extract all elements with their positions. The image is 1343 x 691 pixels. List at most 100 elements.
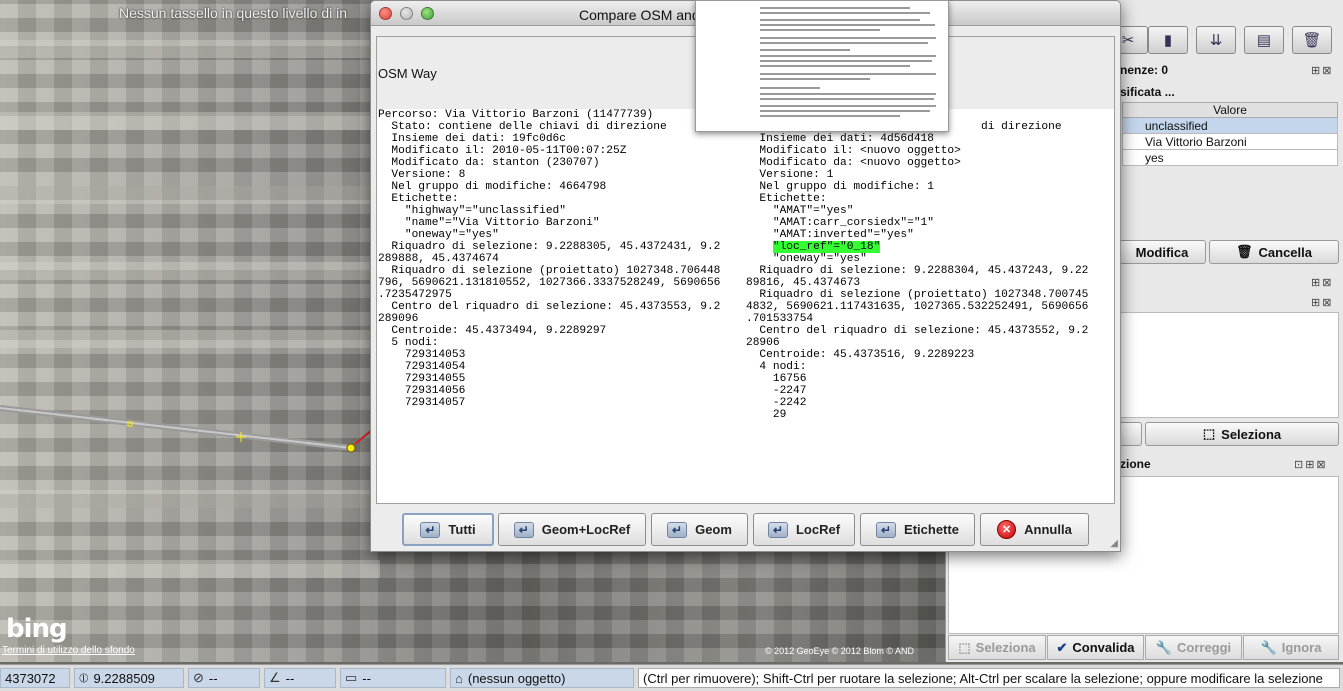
info-line: "highway"="unclassified" xyxy=(378,205,566,217)
fix-label: Correggi xyxy=(1177,640,1232,655)
selected-node[interactable] xyxy=(346,443,356,453)
imagery-copyright: © 2012 GeoEye © 2012 Blom © AND xyxy=(765,646,914,656)
imagery-stripe xyxy=(0,262,380,280)
locref-button[interactable]: ↵ LocRef xyxy=(753,513,855,546)
geom-button[interactable]: ↵ Geom xyxy=(651,513,748,546)
tag-value-cell[interactable]: unclassified xyxy=(1122,117,1338,134)
info-line: Riquadro di selezione: 9.2288305, 45.437… xyxy=(378,241,721,253)
cancel-button[interactable]: ✕ Annulla xyxy=(980,513,1089,546)
text-line xyxy=(760,105,936,107)
split-tool-icon[interactable]: ▮ xyxy=(1148,26,1188,54)
info-line: 729314054 xyxy=(378,361,466,373)
panel-controls-icon[interactable]: ⊞⊠ xyxy=(1311,64,1333,77)
text-line xyxy=(760,7,910,9)
length-field: ▭ -- xyxy=(340,668,446,688)
select-icon: ⬚ xyxy=(958,639,971,655)
text-line xyxy=(760,29,880,31)
value-column-header[interactable]: Valore xyxy=(1122,102,1338,118)
imagery-stripe xyxy=(0,112,380,130)
osm-way-label: OSM Way xyxy=(378,66,437,81)
validator-select-label: Seleziona xyxy=(975,640,1036,655)
relations-panel-title: nenze: 0 xyxy=(1120,63,1169,77)
side-small-button[interactable] xyxy=(1118,422,1142,446)
text-line xyxy=(760,42,928,44)
fix-button[interactable]: 🔧 Correggi xyxy=(1145,635,1242,660)
info-line: 729314055 xyxy=(378,373,466,385)
minimize-window-icon[interactable] xyxy=(400,7,413,20)
checkmark-icon: ✔ xyxy=(1056,639,1068,655)
download-icon[interactable]: ⇊ xyxy=(1196,26,1236,54)
info-line: 4832, 5690621.117431635, 1027365.5322524… xyxy=(746,301,1089,313)
text-line xyxy=(760,110,930,112)
tag-value-cell[interactable]: Via Vittorio Barzoni xyxy=(1122,133,1338,150)
document-thumbnail[interactable] xyxy=(695,0,949,132)
cancel-icon: ✕ xyxy=(997,520,1017,539)
tags-table[interactable]: Valore unclassified Via Vittorio Barzoni… xyxy=(1122,102,1338,166)
panel-controls-icon[interactable]: ⊞⊠ xyxy=(1311,296,1333,309)
trash-icon[interactable]: 🗑 xyxy=(1292,26,1332,54)
wrench-icon: 🔧 xyxy=(1260,639,1277,655)
text-line xyxy=(760,115,900,117)
new-info-column: di direzione Insieme dei dati: 4d56d418 … xyxy=(746,109,1108,421)
info-line: 5 nodi: xyxy=(378,337,439,349)
info-line: Percorso: Via Vittorio Barzoni (11477739… xyxy=(378,109,654,121)
panel-content-area[interactable] xyxy=(1118,312,1339,418)
info-line: .701533754 xyxy=(746,313,814,325)
way-overlay[interactable] xyxy=(0,390,380,470)
back-arrow-icon: ↵ xyxy=(667,521,688,538)
info-line: Riquadro di selezione (proiettato) 10273… xyxy=(378,265,721,277)
info-line: 16756 xyxy=(746,373,807,385)
tags-button[interactable]: ↵ Etichette xyxy=(860,513,975,546)
select-button[interactable]: ⬚ Seleziona xyxy=(1145,422,1339,446)
info-line: Centro del riquadro di selezione: 45.437… xyxy=(378,301,721,313)
delete-button[interactable]: 🗑 Cancella xyxy=(1209,240,1339,264)
ignore-button[interactable]: 🔧 Ignora xyxy=(1243,635,1339,660)
help-text-field: (Ctrl per rimuovere); Shift-Ctrl per ruo… xyxy=(638,668,1340,688)
info-line: -2247 xyxy=(746,385,807,397)
tag-value-cell[interactable]: yes xyxy=(1122,149,1338,166)
longitude-icon: ⦶ xyxy=(79,670,89,685)
object-field: ⌂ (nessun oggetto) xyxy=(450,668,634,688)
info-line: 29 xyxy=(746,409,787,421)
heading-field: ⊘ -- xyxy=(188,668,260,688)
select-label: Seleziona xyxy=(1221,426,1282,442)
info-line: "name"="Via Vittorio Barzoni" xyxy=(378,217,600,229)
all-button[interactable]: ↵ Tutti xyxy=(402,513,494,546)
info-line: "oneway"="yes" xyxy=(746,253,867,265)
info-line: Modificato il: <nuovo oggetto> xyxy=(746,145,961,157)
notes-icon[interactable]: ▤ xyxy=(1244,26,1284,54)
zoom-window-icon[interactable] xyxy=(421,7,434,20)
info-line: "AMAT:carr_corsiedx"="1" xyxy=(746,217,934,229)
text-line xyxy=(760,78,870,80)
close-window-icon[interactable] xyxy=(379,7,392,20)
panel-controls-icon[interactable]: ⊞⊠ xyxy=(1311,276,1333,289)
select-cursor-icon: ⬚ xyxy=(1202,426,1216,441)
info-line: Riquadro di selezione: 9.2288304, 45.437… xyxy=(746,265,1089,277)
info-line: Modificato da: stanton (230707) xyxy=(378,157,600,169)
latitude-field: 4373072 xyxy=(0,668,70,688)
panel-controls-icon[interactable]: ⊡⊞⊠ xyxy=(1294,458,1328,471)
text-line xyxy=(760,24,935,26)
info-line: .7235472975 xyxy=(378,289,452,301)
modify-button[interactable]: Modifica xyxy=(1118,240,1206,264)
tags-panel-title: sificata ... xyxy=(1120,85,1175,99)
resize-grip-icon[interactable]: ◢ xyxy=(1110,538,1118,549)
text-line xyxy=(760,87,820,89)
info-line: 729314056 xyxy=(378,385,466,397)
way-line-center xyxy=(0,407,353,449)
heading-value: -- xyxy=(208,670,218,686)
text-line xyxy=(760,73,936,75)
validator-select-button[interactable]: ⬚ Seleziona xyxy=(948,635,1046,660)
text-line xyxy=(760,93,936,95)
validate-button[interactable]: ✔ Convalida xyxy=(1047,635,1144,660)
geom-locref-button[interactable]: ↵ Geom+LocRef xyxy=(498,513,646,546)
validator-panel-title: zione xyxy=(1120,457,1151,471)
dialog-button-row: ↵ Tutti ↵ Geom+LocRef ↵ Geom ↵ LocRef ↵ … xyxy=(371,511,1120,551)
delete-label: Cancella xyxy=(1258,244,1312,260)
latitude-value: 4373072 xyxy=(5,670,56,686)
info-line: Modificato da: <nuovo oggetto> xyxy=(746,157,961,169)
object-value: (nessun oggetto) xyxy=(467,670,566,686)
info-line: Nel gruppo di modifiche: 4664798 xyxy=(378,181,607,193)
geom-label: Geom xyxy=(695,522,732,537)
bing-terms-link[interactable]: Termini di utilizzo dello sfondo xyxy=(2,645,135,656)
